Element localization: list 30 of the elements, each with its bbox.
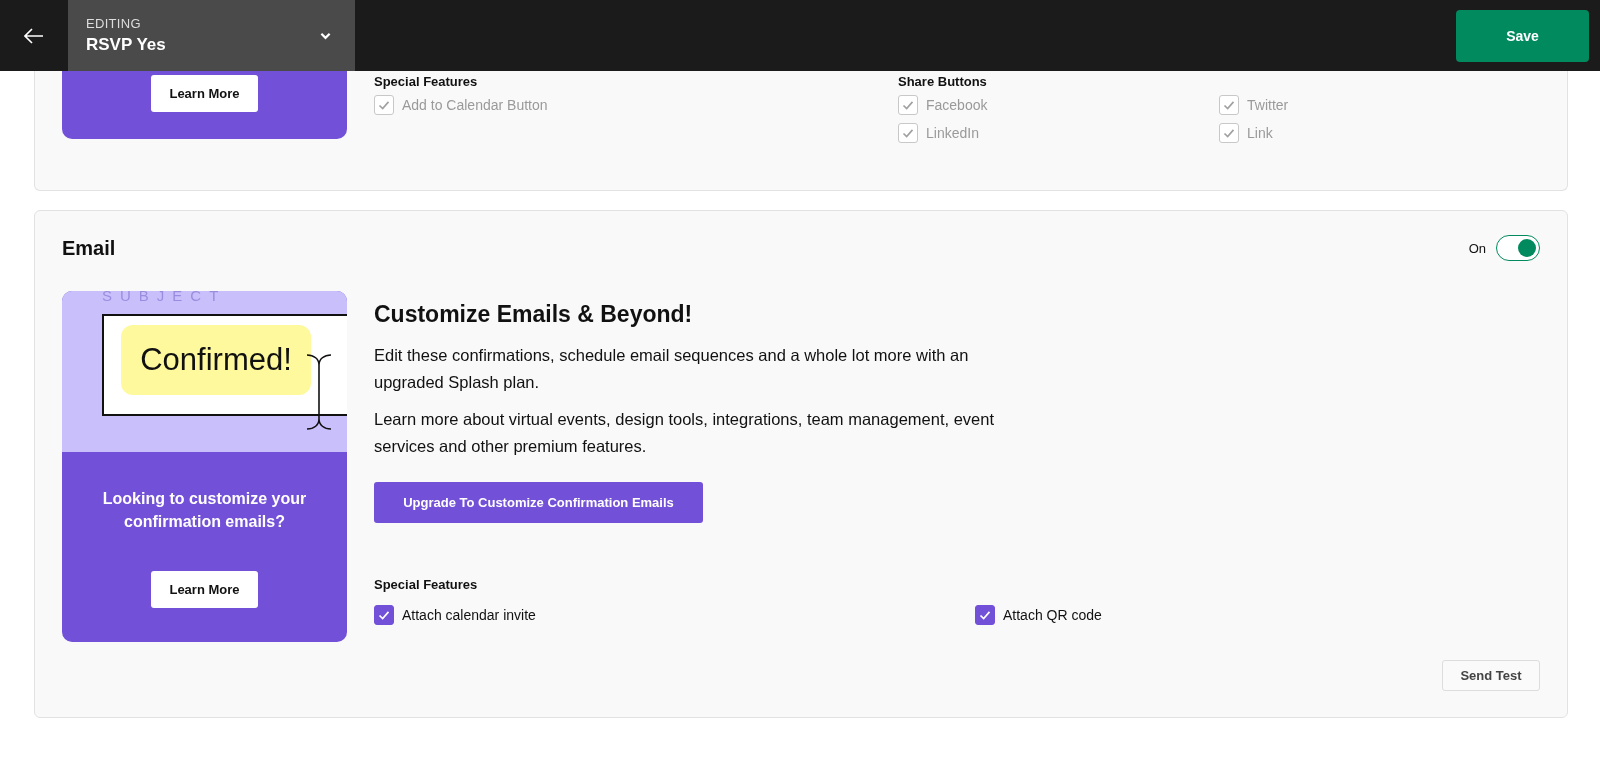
group-heading: Special Features xyxy=(374,577,479,592)
checkbox-label: LinkedIn xyxy=(926,125,979,141)
editing-label: EDITING xyxy=(86,16,142,31)
checkbox-label: Attach QR code xyxy=(1003,607,1102,623)
back-arrow-icon[interactable] xyxy=(24,27,44,44)
learn-more-button[interactable]: Learn More xyxy=(151,571,258,608)
checkbox-label: Attach calendar invite xyxy=(402,607,536,623)
upgrade-button[interactable]: Upgrade To Customize Confirmation Emails xyxy=(374,482,703,523)
section-title: Email xyxy=(62,236,116,260)
page-selector[interactable]: EDITING RSVP Yes xyxy=(68,0,355,71)
checkbox[interactable] xyxy=(374,605,394,625)
save-button[interactable]: Save xyxy=(1456,9,1589,62)
promo-heading: Customize Emails & Beyond! xyxy=(374,301,693,328)
checkbox-label: Facebook xyxy=(926,97,988,113)
page-title: RSVP Yes xyxy=(86,35,166,55)
promo-message: Looking to customize your confirmation emails? xyxy=(101,489,308,532)
toggle-switch[interactable] xyxy=(1496,235,1540,261)
chevron-down-icon xyxy=(320,31,331,40)
group-heading: Special Features xyxy=(374,74,479,89)
group-heading: Share Buttons xyxy=(898,74,988,89)
highlighted-text: Confirmed! xyxy=(121,325,311,395)
description-text: Learn more about virtual events, design tools, integrations, team management, event services and other premium features. xyxy=(374,409,996,457)
checkbox-label: Link xyxy=(1247,125,1273,141)
checkbox-label: Add to Calendar Button xyxy=(402,97,548,113)
description-text: Edit these confirmations, schedule email sequences and a whole lot more with an upgraded Splash plan. xyxy=(374,345,970,393)
send-test-button[interactable]: Send Test xyxy=(1442,660,1540,691)
checkbox-label: Twitter xyxy=(1247,97,1289,113)
checkbox[interactable] xyxy=(975,605,995,625)
learn-more-button[interactable]: Learn More xyxy=(151,75,258,112)
toggle-label: On xyxy=(1468,240,1486,256)
